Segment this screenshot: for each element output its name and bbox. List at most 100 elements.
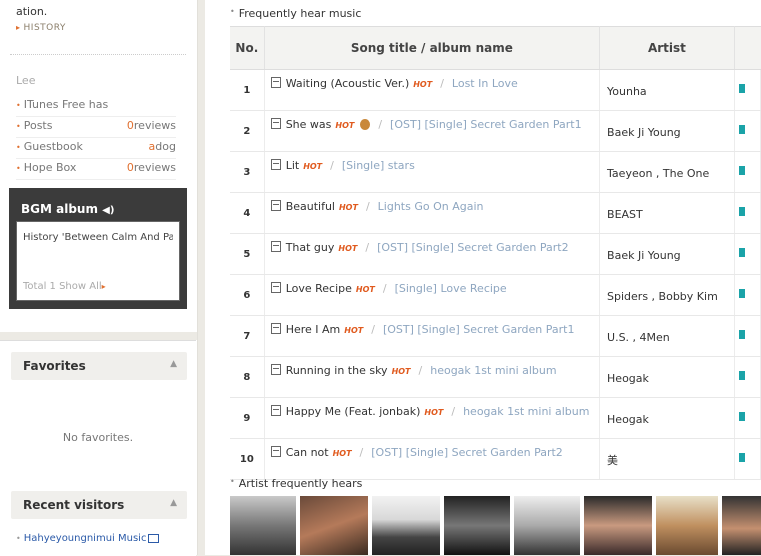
bullet-icon: • [16,122,21,131]
album-link[interactable]: [OST] [Single] Secret Garden Part1 [383,323,575,336]
action-icon[interactable] [738,207,745,216]
artist-link[interactable]: Heogak [599,397,735,439]
lyrics-icon[interactable] [270,405,281,416]
artist-photo[interactable] [444,496,510,555]
action-icon[interactable] [738,125,745,134]
artist-link[interactable]: BEAST [599,192,735,234]
artist-photo[interactable] [372,496,440,555]
arrow-icon: ▸ [16,23,21,32]
action-icon[interactable] [738,166,745,175]
artist-link[interactable]: Taeyeon , The One [599,151,735,193]
visitor-link[interactable]: • Hahyeyoungnimui Music [16,533,160,544]
artist-photo[interactable] [584,496,652,555]
album-link[interactable]: [Single] stars [342,159,415,172]
artist-link[interactable]: Baek Ji Young [599,233,735,275]
artist-link[interactable]: Younha [599,69,735,111]
table-row: 1 Waiting (Acoustic Ver.) HOT / Lost In Love… [230,69,761,111]
row-number: 4 [230,192,265,234]
song-title-link[interactable]: Can not [286,446,329,459]
stat-row-guestbook[interactable]: • Guestbook adog [16,138,176,159]
song-cell: Happy Me (Feat. jonbak) HOT / heogak 1st mi… [264,397,601,439]
album-link[interactable]: [OST] [Single] Secret Garden Part1 [390,118,582,131]
profile-intro-text: ation. [16,5,48,18]
artist-link[interactable]: Spiders , Bobby Kim [599,274,735,316]
row-number: 9 [230,397,265,439]
collapse-icon[interactable]: ▲ [170,498,177,508]
lyrics-icon[interactable] [270,323,281,334]
lyrics-icon[interactable] [270,241,281,252]
action-icon[interactable] [738,330,745,339]
speaker-icon[interactable]: ◀) [102,205,114,216]
favorites-empty-text: No favorites. [62,431,134,444]
stat-value: reviews [133,119,176,132]
history-link[interactable]: ▸ HISTORY [16,23,66,33]
album-link[interactable]: [OST] [Single] Secret Garden Part2 [371,446,563,459]
song-cell: That guy HOT / [OST] [Single] Secret Garden… [264,233,601,275]
separator: / [378,118,383,131]
album-link[interactable]: Lights Go On Again [378,200,484,213]
bgm-title: BGM album ◀) [21,202,115,216]
arrow-icon: ▸ [101,282,106,291]
lyrics-icon[interactable] [270,159,281,170]
lyrics-icon[interactable] [270,446,281,457]
action-icon[interactable] [738,412,745,421]
stat-row-hopebox[interactable]: • Hope Box 0reviews [16,159,176,180]
extra-cell [734,233,761,275]
song-title-link[interactable]: She was [286,118,332,131]
action-icon[interactable] [738,248,745,257]
stat-count: 0 [126,119,134,132]
lyrics-icon[interactable] [270,118,281,129]
artist-link[interactable]: Heogak [599,356,735,398]
hot-badge: HOT [391,367,411,376]
table-row: 7 Here I Am HOT / [OST] [Single] Secret Gard… [230,315,761,357]
song-title-link[interactable]: Happy Me (Feat. jonbak) [286,405,421,418]
action-icon[interactable] [738,84,745,93]
collapse-icon[interactable]: ▲ [170,359,177,369]
separator: / [440,77,444,90]
lyrics-icon[interactable] [270,364,281,375]
album-link[interactable]: [Single] Love Recipe [395,282,507,295]
action-icon[interactable] [738,289,745,298]
column-header-no: No. [230,26,265,70]
artist-link[interactable]: 美 [599,438,735,480]
bgm-show-all-link[interactable]: Total 1 Show All▸ [23,281,106,292]
song-title-link[interactable]: Here I Am [286,323,341,336]
row-number: 10 [230,438,265,480]
artist-photo[interactable] [656,496,718,555]
favorites-header[interactable]: Favorites ▲ [11,352,187,380]
stat-row-itunes[interactable]: • ITunes Free has [16,96,176,117]
action-icon[interactable] [738,453,745,462]
album-link[interactable]: [OST] [Single] Secret Garden Part2 [377,241,569,254]
album-link[interactable]: heogak 1st mini album [430,364,556,377]
profile-panel: ation. ▸ HISTORY Lee • ITunes Free has • Po… [0,0,196,332]
table-header: No. Song title / album name Artist [230,26,761,70]
hot-badge: HOT [332,449,352,458]
separator: / [365,241,370,254]
artist-photo[interactable] [514,496,580,555]
hot-badge: HOT [355,285,375,294]
lyrics-icon[interactable] [270,200,281,211]
song-title-link[interactable]: Waiting (Acoustic Ver.) [286,77,410,90]
album-link[interactable]: Lost In Love [452,77,518,90]
row-number: 5 [230,233,265,275]
divider [10,54,186,55]
stat-row-posts[interactable]: • Posts 0reviews [16,117,176,138]
artist-photo[interactable] [300,496,368,555]
recent-visitors-header[interactable]: Recent visitors ▲ [11,491,187,519]
bgm-song-title[interactable]: History 'Between Calm And Pa [23,232,173,243]
song-title-link[interactable]: Love Recipe [286,282,352,295]
song-title-link[interactable]: Beautiful [286,200,335,213]
artist-link[interactable]: Baek Ji Young [599,110,735,152]
song-title-link[interactable]: Running in the sky [286,364,388,377]
artist-photo[interactable] [230,496,296,555]
song-title-link[interactable]: Lit [286,159,300,172]
artist-photo[interactable] [722,496,761,555]
song-title-link[interactable]: That guy [286,241,335,254]
lyrics-icon[interactable] [270,77,281,88]
album-link[interactable]: heogak 1st mini album [463,405,589,418]
action-icon[interactable] [738,371,745,380]
lyrics-icon[interactable] [270,282,281,293]
stat-label: Guestbook [23,140,83,153]
artist-link[interactable]: U.S. , 4Men [599,315,735,357]
song-cell: Beautiful HOT / Lights Go On Again [264,192,601,234]
